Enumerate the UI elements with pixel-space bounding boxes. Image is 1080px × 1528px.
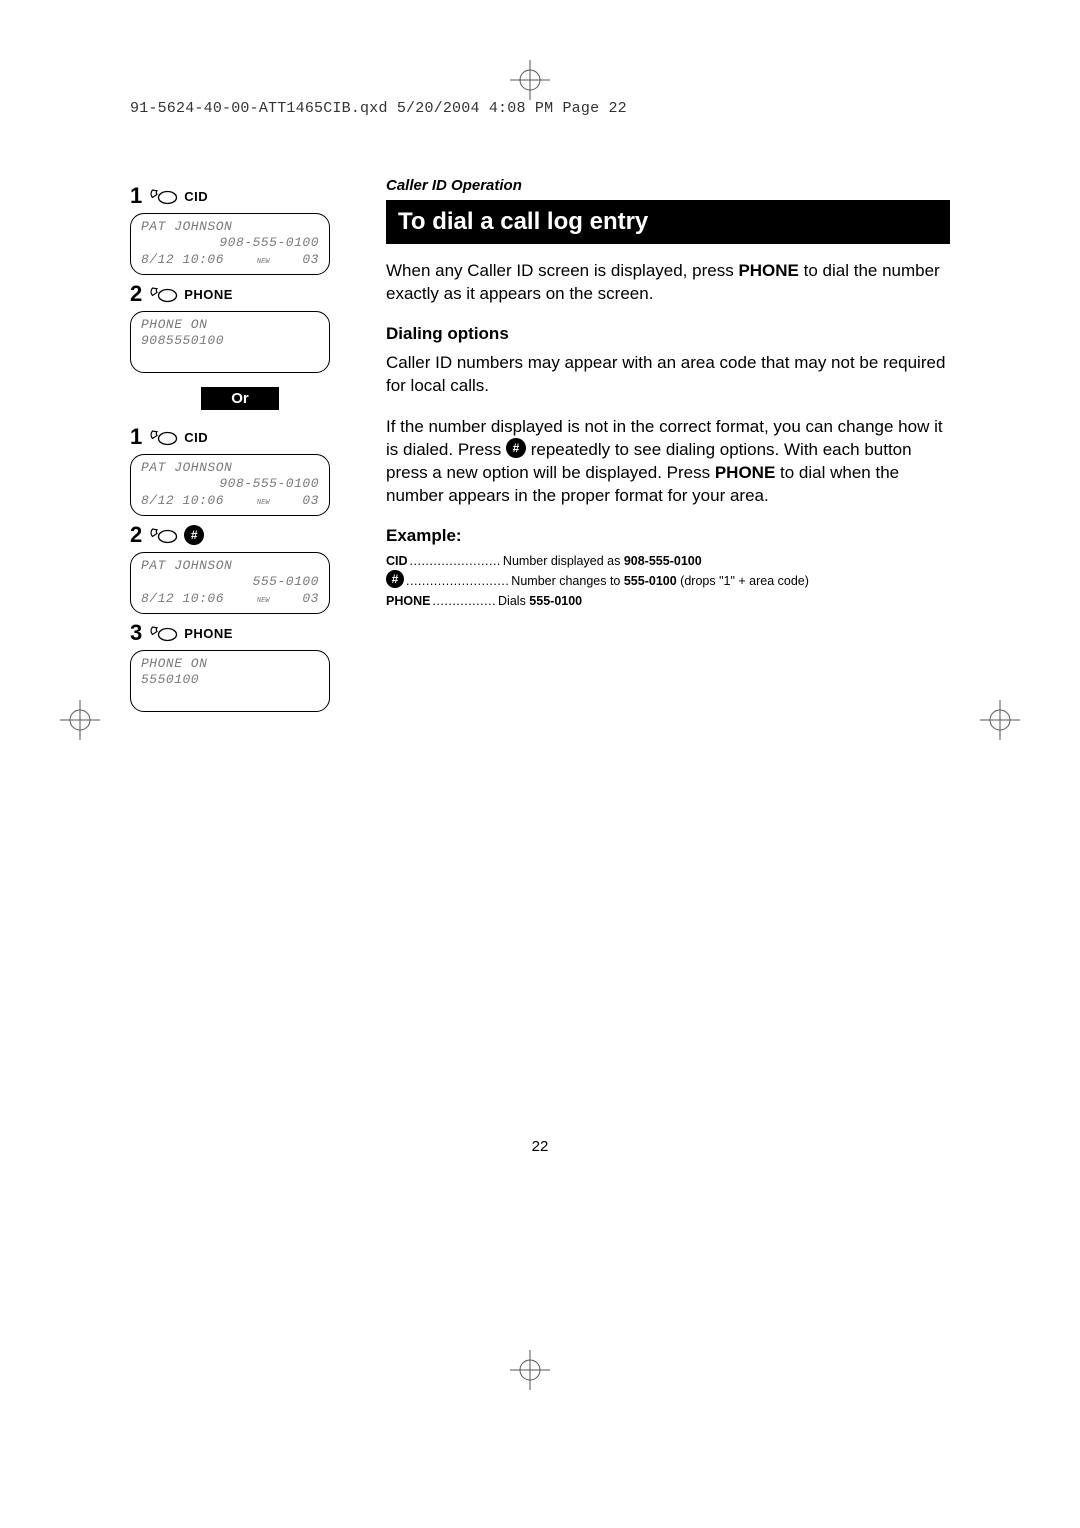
example-value: Number changes to 555-0100 (drops "1" + … — [511, 574, 809, 588]
example-heading: Example: — [386, 526, 950, 546]
lcd-line: 5550100 — [141, 672, 319, 688]
pound-key-icon: # — [506, 438, 526, 458]
step-label-text: PHONE — [184, 626, 233, 641]
lcd-line: 908-555-0100 — [141, 476, 319, 492]
example-value: Number displayed as 908-555-0100 — [503, 554, 702, 568]
pound-key-icon: # — [386, 570, 404, 588]
lcd-line: PHONE ON — [141, 317, 319, 333]
lcd-screen: PHONE ON 9085550100 — [130, 311, 330, 373]
lcd-line: 8/12 10:06 NEW 03 — [141, 252, 319, 268]
page-title: To dial a call log entry — [386, 200, 950, 244]
leader-dots: ................ — [430, 594, 498, 608]
example-row: CID ....................... Number displ… — [386, 554, 950, 568]
left-column: 1 CID PAT JOHNSON 908-555-0100 8/12 10:0… — [130, 177, 350, 718]
lcd-screen: PAT JOHNSON 908-555-0100 8/12 10:06 NEW … — [130, 213, 330, 275]
dialing-options-p2: If the number displayed is not in the co… — [386, 416, 950, 508]
step-number: 2 — [130, 522, 142, 548]
intro-paragraph: When any Caller ID screen is displayed, … — [386, 260, 950, 306]
step-b2: 2 # — [130, 522, 350, 548]
registration-mark-top — [510, 60, 550, 100]
lcd-line: 908-555-0100 — [141, 235, 319, 251]
step-number: 3 — [130, 620, 142, 646]
step-a2: 2 PHONE — [130, 281, 350, 307]
lcd-line: PAT JOHNSON — [141, 558, 319, 574]
page: 91-5624-40-00-ATT1465CIB.qxd 5/20/2004 4… — [130, 100, 950, 1155]
leader-dots: ....................... — [408, 554, 503, 568]
running-head: 91-5624-40-00-ATT1465CIB.qxd 5/20/2004 4… — [130, 100, 950, 117]
pound-key-icon: # — [184, 525, 204, 545]
registration-mark-left — [60, 700, 100, 740]
lcd-line: PAT JOHNSON — [141, 460, 319, 476]
example-row: # .......................... Number chan… — [386, 572, 950, 590]
step-b1: 1 CID — [130, 424, 350, 450]
press-icon — [148, 428, 178, 446]
lcd-line: PAT JOHNSON — [141, 219, 319, 235]
lcd-line: 8/12 10:06 NEW 03 — [141, 493, 319, 509]
press-icon — [148, 624, 178, 642]
lcd-line: 8/12 10:06 NEW 03 — [141, 591, 319, 607]
page-number: 22 — [130, 1138, 950, 1155]
leader-dots: .......................... — [404, 574, 511, 588]
step-number: 2 — [130, 281, 142, 307]
lcd-screen: PHONE ON 5550100 — [130, 650, 330, 712]
example-key: PHONE — [386, 594, 430, 608]
step-label-text: PHONE — [184, 287, 233, 302]
step-a1: 1 CID — [130, 183, 350, 209]
step-number: 1 — [130, 183, 142, 209]
registration-mark-bottom — [510, 1350, 550, 1390]
content-columns: 1 CID PAT JOHNSON 908-555-0100 8/12 10:0… — [130, 177, 950, 718]
step-number: 1 — [130, 424, 142, 450]
example-row: PHONE ................ Dials 555-0100 — [386, 594, 950, 608]
lcd-screen: PAT JOHNSON 555-0100 8/12 10:06 NEW 03 — [130, 552, 330, 614]
lcd-line: 9085550100 — [141, 333, 319, 349]
dialing-options-heading: Dialing options — [386, 324, 950, 344]
dialing-options-p1: Caller ID numbers may appear with an are… — [386, 352, 950, 398]
right-column: Caller ID Operation To dial a call log e… — [386, 177, 950, 718]
step-b3: 3 PHONE — [130, 620, 350, 646]
section-label: Caller ID Operation — [386, 177, 950, 194]
lcd-line: PHONE ON — [141, 656, 319, 672]
lcd-line: 555-0100 — [141, 574, 319, 590]
step-label-text: CID — [184, 189, 208, 204]
press-icon — [148, 187, 178, 205]
example-key: CID — [386, 554, 408, 568]
registration-mark-right — [980, 700, 1020, 740]
example-value: Dials 555-0100 — [498, 594, 582, 608]
lcd-screen: PAT JOHNSON 908-555-0100 8/12 10:06 NEW … — [130, 454, 330, 516]
or-divider: Or — [201, 387, 279, 410]
press-icon — [148, 526, 178, 544]
step-label-text: CID — [184, 430, 208, 445]
press-icon — [148, 285, 178, 303]
